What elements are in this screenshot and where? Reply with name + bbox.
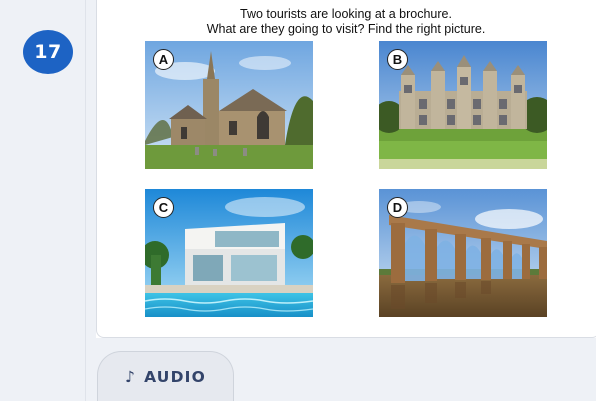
prompt-line-2: What are they going to visit? Find the r… xyxy=(206,22,486,36)
question-prompt: Two tourists are looking at a brochure. … xyxy=(96,7,596,37)
audio-button[interactable]: ♪ AUDIO xyxy=(97,351,234,401)
picture-option-a[interactable]: A xyxy=(145,41,313,169)
prompt-line-1: Two tourists are looking at a brochure. xyxy=(240,7,452,21)
picture-option-c[interactable]: C xyxy=(145,189,313,317)
option-letter-c: C xyxy=(153,197,174,218)
question-page: 17 Two tourists are looking at a brochur… xyxy=(0,0,596,401)
question-number-badge: 17 xyxy=(23,30,73,74)
option-letter-d: D xyxy=(387,197,408,218)
audio-button-label: AUDIO xyxy=(144,367,206,386)
picture-option-d[interactable]: D xyxy=(379,189,547,317)
picture-option-b[interactable]: B xyxy=(379,41,547,169)
music-note-icon: ♪ xyxy=(124,367,137,386)
option-letter-a: A xyxy=(153,49,174,70)
option-letter-b: B xyxy=(387,49,408,70)
content-rail xyxy=(86,0,96,401)
